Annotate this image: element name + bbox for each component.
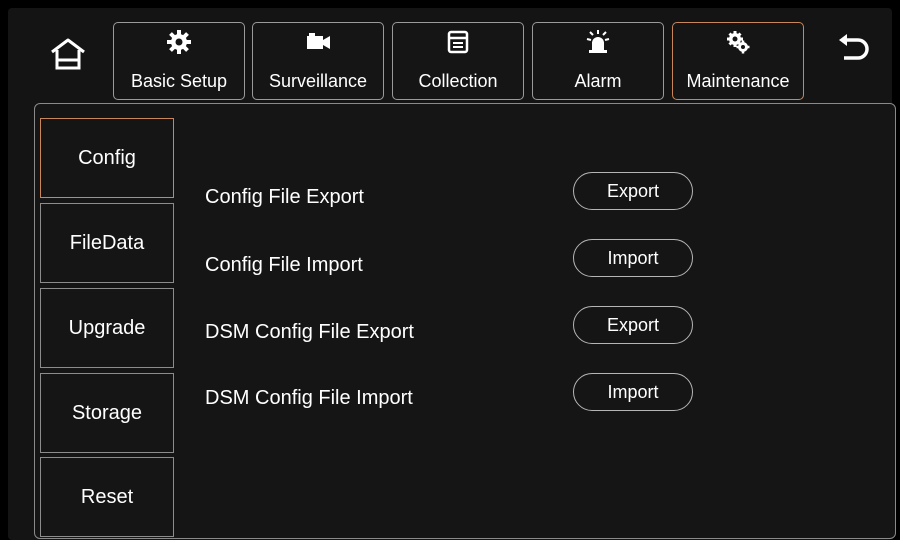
config-file-export-label: Config File Export (205, 186, 364, 208)
sidebar-item-label: Storage (71, 401, 143, 424)
sidebar-item-label: Config (78, 146, 136, 169)
dsm-config-file-export-button[interactable]: Export (573, 306, 693, 344)
sidebar-item-filedata[interactable]: FileData (40, 203, 174, 283)
tab-label: Alarm (574, 71, 622, 91)
tab-label: Maintenance (686, 71, 790, 91)
sidebar-item-label: Reset (80, 485, 134, 508)
dsm-config-file-import-label: DSM Config File Import (205, 387, 413, 409)
tab-alarm[interactable]: Alarm (532, 22, 664, 100)
config-file-export-button[interactable]: Export (573, 172, 693, 210)
tab-basic-setup[interactable]: Basic Setup (113, 22, 245, 100)
window-icon (447, 30, 469, 54)
dsm-config-file-export-label: DSM Config File Export (205, 321, 414, 343)
tab-label: Basic Setup (130, 71, 228, 91)
screen: Basic Setup Surveillance Collection Alar… (0, 0, 900, 540)
tab-collection[interactable]: Collection (392, 22, 524, 100)
sidebar-item-label: Upgrade (68, 316, 146, 339)
tab-surveillance[interactable]: Surveillance (252, 22, 384, 100)
sidebar-item-reset[interactable]: Reset (40, 457, 174, 537)
gears-icon (727, 31, 750, 54)
sidebar-item-storage[interactable]: Storage (40, 373, 174, 453)
tab-maintenance[interactable]: Maintenance (672, 22, 804, 100)
back-arrow-icon (839, 34, 869, 60)
home-icon (51, 38, 85, 70)
sidebar-item-upgrade[interactable]: Upgrade (40, 288, 174, 368)
back-button[interactable] (832, 30, 872, 70)
config-file-import-button[interactable]: Import (573, 239, 693, 277)
config-file-import-label: Config File Import (205, 254, 363, 276)
home-button[interactable] (48, 34, 88, 74)
dsm-config-file-import-button[interactable]: Import (573, 373, 693, 411)
tab-label: Surveillance (268, 71, 368, 91)
sidebar-item-config[interactable]: Config (40, 118, 174, 198)
alarm-light-icon (586, 30, 610, 53)
sidebar-item-label: FileData (69, 231, 145, 254)
gear-icon (167, 30, 191, 54)
tab-label: Collection (418, 71, 498, 91)
camera-icon (307, 33, 330, 49)
